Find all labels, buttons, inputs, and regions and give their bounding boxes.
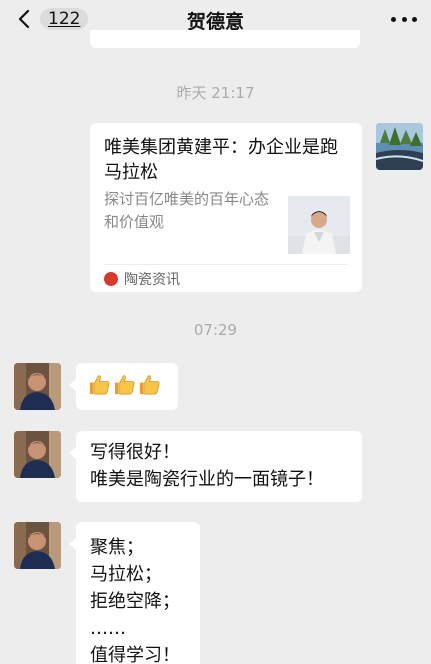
message-line: 值得学习！ xyxy=(90,645,180,664)
source-logo-icon xyxy=(104,272,118,286)
message-line: …… xyxy=(90,618,126,639)
article-thumbnail xyxy=(288,196,350,254)
thumbs-up-emoji xyxy=(139,375,160,395)
message-bubble-thumbs[interactable] xyxy=(69,363,178,410)
timestamp: 07:29 xyxy=(193,321,238,339)
my-avatar[interactable] xyxy=(376,123,423,170)
article-title: 唯美集团黄建平：办企业是跑马拉松 xyxy=(104,137,338,183)
message-line: 聚焦； xyxy=(90,537,144,558)
message-line: 拒绝空降； xyxy=(90,591,180,612)
contact-avatar[interactable] xyxy=(14,363,61,410)
article-source: 陶瓷资讯 xyxy=(104,269,180,289)
message-line: 写得很好！ xyxy=(90,442,180,463)
thumbs-up-emoji xyxy=(89,375,110,395)
timestamp: 昨天 21:17 xyxy=(176,84,255,102)
message-bubble-text[interactable]: 写得很好！ 唯美是陶瓷行业的一面镜子！ xyxy=(69,431,362,502)
card-divider xyxy=(104,264,348,265)
message-line: 唯美是陶瓷行业的一面镜子！ xyxy=(90,469,324,490)
shared-article-card[interactable]: 唯美集团黄建平：办企业是跑马拉松 探讨百亿唯美的百年心态和价值观 陶瓷资讯 xyxy=(90,123,362,292)
contact-avatar[interactable] xyxy=(14,431,61,478)
article-description: 探讨百亿唯美的百年心态和价值观 xyxy=(104,190,270,231)
message-bubble-text[interactable]: 聚焦； 马拉松； 拒绝空降； …… 值得学习！ xyxy=(69,522,200,664)
more-button[interactable] xyxy=(391,8,417,30)
more-dots-icon xyxy=(391,16,396,22)
source-name: 陶瓷资讯 xyxy=(124,272,180,288)
message-line: 马拉松； xyxy=(90,564,162,585)
thumbs-up-emoji xyxy=(114,375,135,395)
previous-message-bubble[interactable] xyxy=(90,30,360,48)
contact-avatar[interactable] xyxy=(14,522,61,569)
